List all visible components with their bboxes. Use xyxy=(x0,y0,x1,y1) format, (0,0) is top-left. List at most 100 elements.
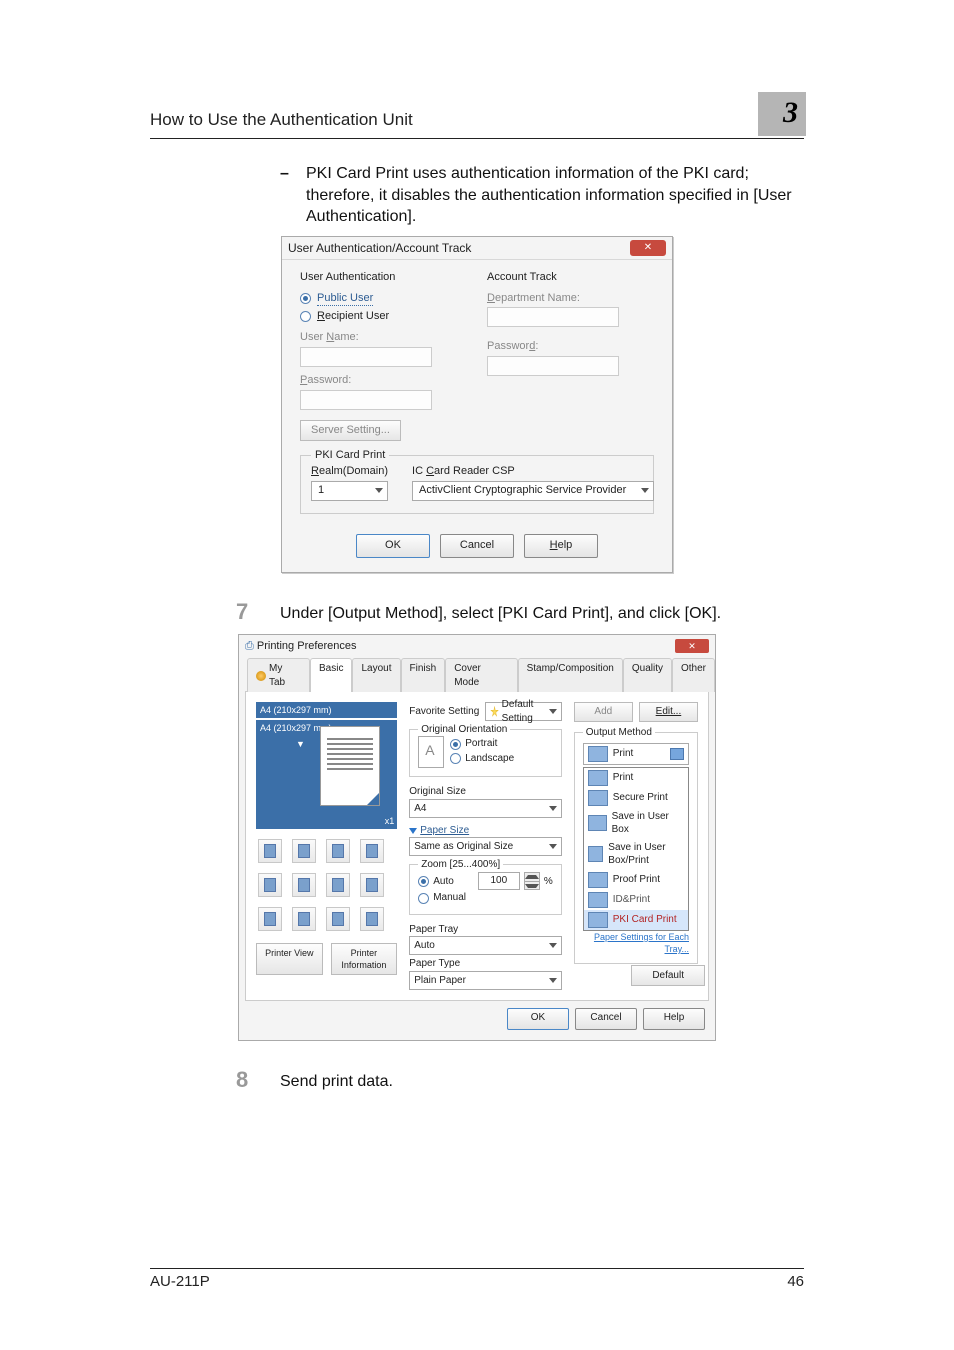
id-icon xyxy=(588,892,608,908)
ok-button[interactable]: OK xyxy=(356,534,430,558)
footer-model: AU-211P xyxy=(150,1273,210,1290)
preview-option-icon[interactable] xyxy=(326,907,350,931)
tab-other[interactable]: Other xyxy=(672,658,715,692)
preview-option-icon[interactable] xyxy=(258,907,282,931)
landscape-radio[interactable] xyxy=(450,753,461,764)
csp-dropdown[interactable]: ActivClient Cryptographic Service Provid… xyxy=(412,481,654,501)
footer-page-number: 46 xyxy=(787,1273,804,1290)
lock-tray-link[interactable]: Paper Settings for Each Tray... xyxy=(583,931,689,955)
orientation-legend: Original Orientation xyxy=(418,723,510,737)
zoom-value-input[interactable]: 100 xyxy=(478,872,520,890)
dept-name-input[interactable] xyxy=(487,307,619,327)
step-8-number: 8 xyxy=(236,1069,280,1093)
tab-cover[interactable]: Cover Mode xyxy=(445,658,517,692)
paper-size-dropdown[interactable]: Same as Original Size xyxy=(409,837,562,856)
preview-option-icon[interactable] xyxy=(258,839,282,863)
orig-size-dropdown[interactable]: A4 xyxy=(409,799,562,818)
ok-button[interactable]: OK xyxy=(507,1008,569,1030)
dept-name-label: Department Name: xyxy=(487,291,654,306)
realm-dropdown[interactable]: 1 xyxy=(311,481,388,501)
tab-finish[interactable]: Finish xyxy=(401,658,446,692)
menu-item-proof[interactable]: Proof Print xyxy=(584,870,688,890)
tab-quality[interactable]: Quality xyxy=(623,658,672,692)
cancel-button[interactable]: Cancel xyxy=(440,534,514,558)
chevron-down-icon xyxy=(549,978,557,983)
tab-mytab[interactable]: My Tab xyxy=(247,658,310,692)
paper-type-label: Paper Type xyxy=(409,957,562,971)
preview-option-icon[interactable] xyxy=(258,873,282,897)
page-preview-icon xyxy=(320,726,380,806)
menu-item-idprint[interactable]: ID&Print xyxy=(584,890,688,910)
username-input[interactable] xyxy=(300,347,432,367)
preview-size-top: A4 (210x297 mm) xyxy=(256,702,397,718)
paper-size-link[interactable]: Paper Size xyxy=(409,824,562,838)
lock-icon xyxy=(588,790,608,806)
edit-button[interactable]: Edit... xyxy=(639,702,698,722)
chevron-down-icon xyxy=(549,709,557,714)
preview-option-icon[interactable] xyxy=(326,873,350,897)
tab-layout[interactable]: Layout xyxy=(352,658,400,692)
chevron-down-icon xyxy=(375,488,383,493)
output-method-dropdown[interactable]: Print xyxy=(583,743,689,765)
tab-basic[interactable]: Basic xyxy=(310,658,352,692)
preview-option-icon[interactable] xyxy=(326,839,350,863)
account-track-section-label: Account Track xyxy=(487,270,654,285)
zoom-auto-label: Auto xyxy=(433,875,454,889)
card-icon xyxy=(588,912,608,928)
csp-label: IC Card Reader CSP xyxy=(412,464,654,479)
preview-option-icon[interactable] xyxy=(360,839,384,863)
recipient-user-radio[interactable] xyxy=(300,311,311,322)
preview-area: A4 (210x297 mm) ▼ xyxy=(256,720,397,814)
server-setting-button[interactable]: Server Setting... xyxy=(300,420,401,441)
box-icon xyxy=(588,815,607,831)
paper-type-dropdown[interactable]: Plain Paper xyxy=(409,971,562,990)
portrait-radio[interactable] xyxy=(450,739,461,750)
preview-option-icon[interactable] xyxy=(360,907,384,931)
step-7-text: Under [Output Method], select [PKI Card … xyxy=(280,601,721,625)
password-label: Password: xyxy=(300,373,467,388)
user-auth-section-label: User Authentication xyxy=(300,270,467,285)
menu-item-secure[interactable]: Secure Print xyxy=(584,788,688,808)
printer-info-button[interactable]: Printer Information xyxy=(331,943,398,975)
menu-item-userbox[interactable]: Save in User Box xyxy=(584,808,688,839)
close-icon[interactable]: ✕ xyxy=(675,639,709,653)
favorite-setting-label: Favorite Setting xyxy=(409,705,479,719)
printer-icon xyxy=(588,746,608,762)
printer-icon xyxy=(588,770,608,786)
chevron-down-icon xyxy=(549,806,557,811)
tab-stamp[interactable]: Stamp/Composition xyxy=(518,658,623,692)
preview-option-icon[interactable] xyxy=(292,873,316,897)
paper-tray-dropdown[interactable]: Auto xyxy=(409,936,562,955)
default-button[interactable]: Default xyxy=(631,965,705,987)
add-button[interactable]: Add xyxy=(574,702,633,722)
menu-item-userbox-print[interactable]: Save in User Box/Print xyxy=(584,839,688,870)
menu-item-print[interactable]: Print xyxy=(584,768,688,788)
close-icon[interactable]: ✕ xyxy=(630,240,666,256)
printer-view-button[interactable]: Printer View xyxy=(256,943,323,975)
preview-option-icon[interactable] xyxy=(292,839,316,863)
preview-option-icon[interactable] xyxy=(292,907,316,931)
zoom-manual-radio[interactable] xyxy=(418,893,429,904)
printing-preferences-dialog: ⎙ Printing Preferences ✕ My Tab Basic La… xyxy=(238,634,716,1041)
proof-icon xyxy=(588,872,608,888)
percent-label: % xyxy=(544,875,553,889)
zoom-stepper[interactable] xyxy=(524,872,540,890)
menu-item-pki[interactable]: PKI Card Print xyxy=(584,910,688,930)
help-button[interactable]: Help xyxy=(524,534,598,558)
box-print-icon xyxy=(588,846,604,862)
public-user-radio[interactable] xyxy=(300,293,311,304)
preview-option-icon[interactable] xyxy=(360,873,384,897)
dialog1-title: User Authentication/Account Track xyxy=(288,240,471,256)
help-button[interactable]: Help xyxy=(643,1008,705,1030)
zoom-auto-radio[interactable] xyxy=(418,876,429,887)
page-title: How to Use the Authentication Unit xyxy=(150,110,804,138)
password-input[interactable] xyxy=(300,390,432,410)
star-icon xyxy=(490,706,499,718)
favorite-setting-dropdown[interactable]: Default Setting xyxy=(485,702,561,721)
orig-size-label: Original Size xyxy=(409,785,562,799)
copy-count: x1 xyxy=(256,814,397,828)
public-user-label[interactable]: Public User xyxy=(317,291,373,307)
cancel-button[interactable]: Cancel xyxy=(575,1008,637,1030)
gear-icon xyxy=(256,671,266,681)
at-password-input[interactable] xyxy=(487,356,619,376)
